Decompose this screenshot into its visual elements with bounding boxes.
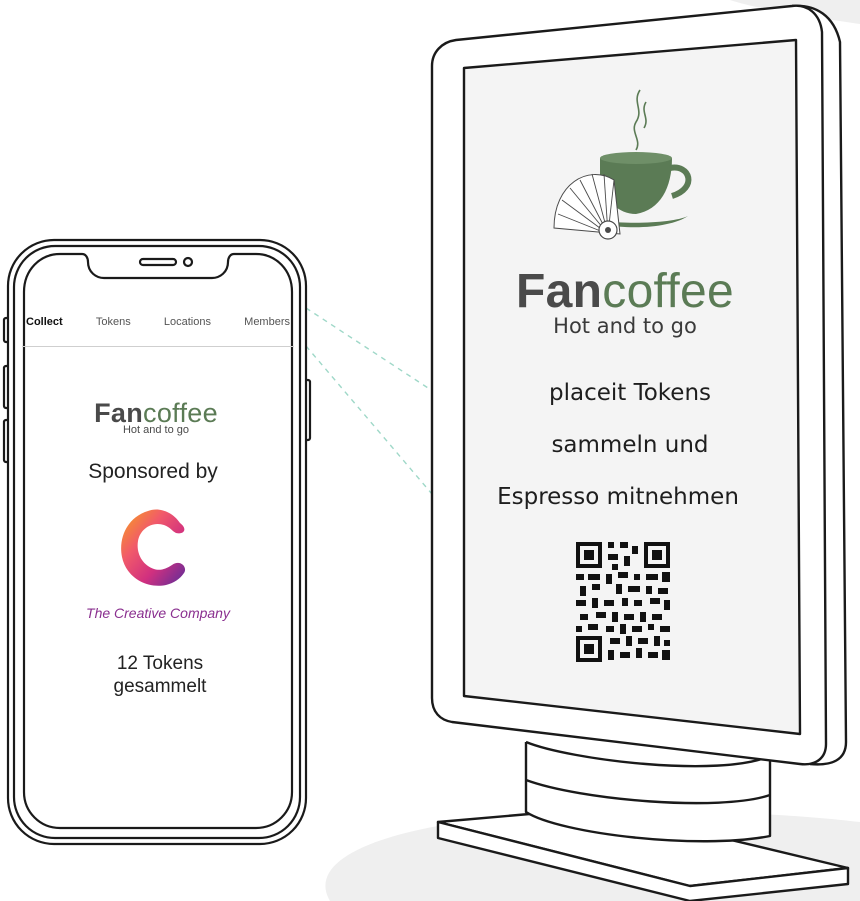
- tab-collect[interactable]: Collect: [26, 316, 63, 328]
- sponsor-logo-icon: [121, 509, 186, 586]
- app-brand-logo: Fancoffee Hot and to go: [66, 398, 246, 436]
- smartphone: [2, 238, 312, 846]
- tab-locations[interactable]: Locations: [164, 316, 211, 328]
- tab-members[interactable]: Members: [244, 316, 290, 328]
- tokens-count-value: 12 Tokens: [116, 653, 204, 674]
- illustration-scene: Fancoffee Hot and to go placeit Tokens s…: [0, 0, 860, 901]
- sponsored-by-label: Sponsored by: [88, 460, 218, 483]
- tokens-collected: 12 Tokens gesammelt: [60, 652, 260, 698]
- phone-tab-bar: Collect Tokens Locations Members: [26, 312, 290, 332]
- tab-divider: [22, 346, 294, 347]
- sponsor-name: The Creative Company: [86, 605, 230, 621]
- tab-tokens[interactable]: Tokens: [96, 316, 131, 328]
- app-brand-tagline: Hot and to go: [122, 424, 190, 436]
- tokens-count-label: gesammelt: [113, 676, 207, 697]
